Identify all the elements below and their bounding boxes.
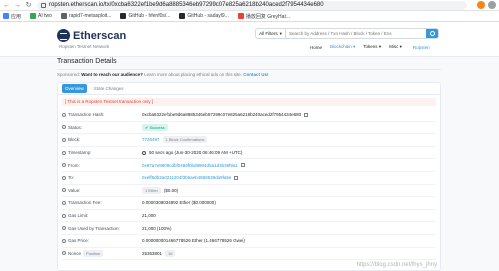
sponsored-banner: Sponsored: Want to reach our audience? L… (57, 72, 269, 77)
search-icon (429, 31, 435, 36)
copy-icon[interactable] (234, 175, 239, 180)
help-icon[interactable] (62, 200, 66, 205)
github-icon (120, 13, 127, 19)
row-gas-price: Gas Price: 0.000000001466778526 Ether (1… (62, 235, 436, 248)
chevron-down-icon: ▾ (279, 30, 282, 36)
search-input[interactable] (286, 29, 426, 38)
help-icon[interactable] (62, 238, 66, 243)
from-address-link[interactable]: 0x87a7e8809cdbf0489f0bd8984d5a1d3b39f9a1 (142, 163, 238, 168)
confirmations-badge: 1 Block Confirmations (162, 136, 208, 144)
github-icon (179, 13, 186, 19)
bookmark-2[interactable]: rapid7-metasploit... (60, 13, 111, 19)
search-bar: All Filters ▾ (255, 28, 439, 39)
watermark: https://blog.csdn.net/lhys_jhny (356, 262, 437, 268)
value-badge: 1 Ether (142, 186, 161, 194)
profile-icon[interactable] (488, 1, 496, 9)
bookmark-4[interactable]: GitHub - sadayl9... (179, 13, 229, 19)
lock-icon (41, 2, 46, 8)
bookmark-1[interactable]: AI two (30, 13, 52, 19)
row-hash: Transaction Hash: 0xcba6322ef1be9d6a8885… (62, 109, 436, 122)
tab-overview[interactable]: Overview (62, 84, 87, 93)
bookmark-icon (30, 13, 37, 19)
row-gas-used: Gas Used by Transaction: 21,000 (100%) (62, 222, 436, 235)
search-button[interactable] (426, 29, 438, 38)
nav-home[interactable]: Home (310, 45, 322, 50)
nav-misc[interactable]: Misc ▾ (389, 44, 402, 50)
help-icon[interactable] (62, 112, 66, 117)
help-icon[interactable] (62, 150, 66, 155)
help-icon[interactable] (62, 125, 66, 130)
row-status: Status: ✔ Success (62, 122, 436, 135)
etherscan-logo-icon (57, 29, 70, 42)
row-value: Value: 1 Ether ($0.00) (62, 185, 436, 198)
network-switch[interactable]: Ropsten (413, 45, 430, 50)
address-bar[interactable]: ropsten.etherscan.io/tx/0xcba6322ef1be9d… (37, 0, 467, 10)
nav-tokens[interactable]: Tokens ▾ (363, 44, 381, 50)
details-list: Transaction Hash: 0xcba6322ef1be9d6a8885… (62, 109, 436, 261)
tx-hash: 0xcba6322ef1be9d6a8885346eb97299c07e825a… (142, 112, 302, 118)
site-header: Etherscan Ropsten Testnet Network All Fi… (0, 22, 499, 57)
bookmarks-bar: 应用 AI two rapid7-metasploit... GitHub - … (0, 11, 499, 22)
transaction-card: Overview State Changes [ This is a Ropst… (57, 82, 441, 271)
apps-icon (3, 13, 9, 19)
bookmark-apps[interactable]: 应用 (3, 13, 21, 20)
copy-icon[interactable] (304, 112, 309, 117)
tab-bar: Overview State Changes (58, 83, 440, 95)
nav-blockchain[interactable]: Blockchain ▾ (330, 44, 355, 50)
help-icon[interactable] (62, 213, 66, 218)
help-icon[interactable] (62, 226, 66, 231)
help-icon[interactable] (62, 175, 66, 180)
help-icon[interactable] (62, 163, 66, 168)
browser-toolbar: ← → ↻ ropsten.etherscan.io/tx/0xcba6322e… (0, 0, 499, 11)
clock-icon (142, 150, 146, 155)
reload-icon[interactable]: ↻ (24, 1, 33, 10)
forward-icon[interactable]: → (13, 1, 22, 10)
row-from: From: 0x87a7e8809cdbf0489f0bd8984d5a1d3b… (62, 159, 436, 172)
metamask-icon[interactable] (477, 1, 485, 9)
copy-icon[interactable] (240, 163, 245, 168)
bookmark-icon (60, 13, 67, 19)
row-nonce: Nonce Position 25363801 16 (62, 248, 436, 261)
contact-us-link[interactable]: Contact Us! (243, 72, 268, 77)
top-nav: Home Blockchain ▾ Tokens ▾ Misc ▾ Ropste… (310, 44, 430, 50)
bookmark-5[interactable]: 播放回复 GreyHat... (237, 13, 290, 20)
row-fee: Transaction Fee: 0.0000308034992 Ether (… (62, 197, 436, 210)
to-address-link[interactable]: 0xeff8db3a0211204f3b6aeb4868539da9fa5e (142, 175, 231, 180)
network-label: Ropsten Testnet Network (59, 44, 110, 49)
filter-dropdown[interactable]: All Filters ▾ (256, 29, 286, 38)
status-badge: ✔ Success (142, 123, 168, 131)
divider (57, 69, 441, 70)
extensions (477, 1, 496, 9)
help-icon[interactable] (62, 137, 66, 142)
help-icon[interactable] (62, 188, 66, 193)
back-icon[interactable]: ← (2, 1, 11, 10)
etherscan-logo[interactable]: Etherscan (57, 29, 126, 42)
row-gas-limit: Gas Limit: 21,000 (62, 210, 436, 223)
bookmark-3[interactable]: GitHub - hfenf0s/... (120, 13, 170, 19)
row-to: To: 0xeff8db3a0211204f3b6aeb4868539da9fa… (62, 172, 436, 185)
testnet-notice: [ This is a Ropsten Testnet transaction … (62, 98, 436, 106)
tab-state-changes[interactable]: State Changes (91, 84, 127, 93)
page-title: Transaction Details (57, 58, 117, 65)
help-icon[interactable] (62, 251, 66, 256)
row-block: Block: 7726497 1 Block Confirmations (62, 134, 436, 147)
block-link[interactable]: 7726497 (142, 137, 160, 142)
row-timestamp: Timestamp: 50 secs ago (Jun-30-2020 06:4… (62, 147, 436, 160)
url-text: ropsten.etherscan.io/tx/0xcba6322ef1be9d… (49, 2, 324, 8)
bookmark-icon (237, 13, 244, 19)
